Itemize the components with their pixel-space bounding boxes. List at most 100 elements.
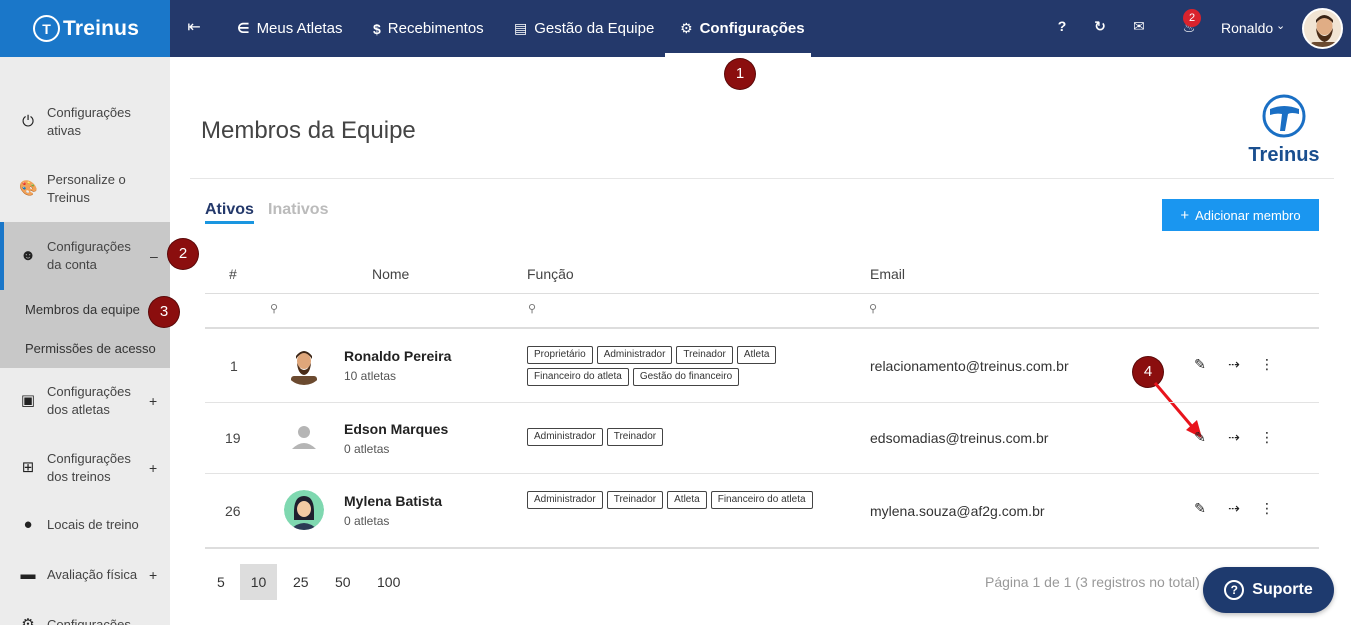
role-tag: Financeiro do atleta	[527, 368, 629, 386]
role-tags: Proprietário Administrador Treinador Atl…	[527, 346, 817, 386]
table-row[interactable]: 19 Edson Marques 0 atletas Administrador…	[205, 403, 1319, 474]
role-tag: Treinador	[606, 428, 664, 446]
pencil-icon[interactable]: ✎	[1192, 356, 1208, 373]
expand-toggle[interactable]: +	[149, 566, 157, 584]
brand-logo-box[interactable]: T Treinus	[0, 0, 170, 57]
pencil-icon[interactable]: ✎	[1192, 500, 1208, 517]
page-size-50[interactable]: 50	[335, 574, 351, 590]
tab-inativos[interactable]: Inativos	[268, 201, 328, 219]
user-avatar-icon	[284, 345, 324, 385]
member-email: edsomadias@treinus.com.br	[870, 430, 1049, 446]
brand-name: Treinus	[63, 16, 140, 40]
sidebar-item-configuracoes-treinos[interactable]: ⊞ Configurações dos treinos +	[0, 447, 170, 489]
annotation-marker-1: 1	[725, 59, 755, 89]
role-tag: Atleta	[667, 491, 707, 509]
avatar[interactable]	[284, 345, 324, 385]
palette-icon: 🎨	[19, 180, 38, 197]
more-vertical-icon[interactable]: ⋮	[1259, 356, 1275, 373]
sidebar-item-configuracoes[interactable]: ⚙ Configurações	[0, 614, 170, 625]
member-name[interactable]: Ronaldo Pereira	[344, 348, 451, 364]
avatar[interactable]	[284, 417, 324, 457]
user-placeholder-icon	[284, 417, 324, 457]
search-icon[interactable]: ⚲	[528, 302, 536, 315]
member-name[interactable]: Mylena Batista	[344, 493, 442, 509]
page-size-100[interactable]: 100	[377, 574, 400, 590]
sidebar-item-locais-treino[interactable]: ● Locais de treino	[0, 514, 170, 536]
table-gear-icon: ⊞	[21, 459, 35, 476]
treinus-brand-logo: Treinus	[1243, 93, 1325, 166]
menu-collapse-icon[interactable]: ⇤	[186, 19, 202, 37]
nav-configuracoes[interactable]: ⚙ Configurações	[665, 0, 811, 57]
nav-recebimentos[interactable]: $ Recebimentos	[373, 0, 484, 57]
avatar[interactable]	[1302, 8, 1343, 49]
chevron-down-icon[interactable]: ⌄	[1276, 19, 1285, 32]
gear-icon: ⚙	[21, 616, 35, 625]
avatar[interactable]	[284, 490, 324, 530]
expand-toggle[interactable]: +	[149, 459, 157, 477]
nav-meus-atletas[interactable]: ∈ Meus Atletas	[237, 0, 342, 57]
page-size-10[interactable]: 10	[240, 564, 277, 600]
transfer-icon[interactable]: ⇢	[1226, 356, 1242, 373]
sidebar-subitem-membros[interactable]: Membros da equipe	[0, 290, 170, 329]
pencil-icon[interactable]: ✎	[1192, 429, 1208, 446]
treinus-logo-icon: T	[33, 15, 60, 42]
member-email: mylena.souza@af2g.com.br	[870, 503, 1045, 519]
sidebar-item-label: Locais de treino	[47, 517, 139, 532]
support-label: Suporte	[1252, 581, 1313, 598]
brand-logo-text: Treinus	[1248, 144, 1319, 165]
treinus-logo-icon: Treinus	[1248, 94, 1320, 166]
expand-toggle[interactable]: +	[149, 392, 157, 410]
collapse-toggle[interactable]: –	[150, 247, 158, 265]
id-badge-icon: ▣	[20, 392, 36, 409]
sidebar-item-label: Configurações	[47, 617, 131, 625]
sidebar-item-configuracoes-atletas[interactable]: ▣ Configurações dos atletas +	[0, 380, 170, 422]
header-divider	[205, 293, 1319, 294]
column-header-name[interactable]: Nome	[372, 266, 409, 282]
sidebar-item-personalize[interactable]: 🎨 Personalize o Treinus	[0, 168, 170, 210]
annotation-marker-3: 3	[149, 297, 179, 327]
sidebar-subitem-permissoes[interactable]: Permissões de acesso	[0, 329, 170, 368]
add-member-button[interactable]: + Adicionar membro	[1162, 199, 1319, 231]
support-button[interactable]: ? Suporte	[1203, 567, 1334, 613]
add-member-label: Adicionar membro	[1195, 207, 1301, 223]
tab-ativos[interactable]: Ativos	[205, 201, 254, 224]
column-header-email[interactable]: Email	[870, 266, 905, 282]
athlete-count: 0 atletas	[344, 514, 390, 528]
role-tag: Gestão do financeiro	[632, 368, 740, 386]
table-row[interactable]: 1 Ronaldo Pereira 10 atletas Proprietári…	[205, 329, 1319, 403]
help-icon[interactable]: ?	[1054, 18, 1070, 34]
annotation-marker-2: 2	[168, 239, 198, 269]
more-vertical-icon[interactable]: ⋮	[1259, 429, 1275, 446]
sync-icon[interactable]: ↻	[1092, 18, 1108, 35]
sidebar-item-label: Personalize o Treinus	[47, 172, 126, 205]
sidebar-item-configuracoes-conta[interactable]: ☻ Configurações da conta –	[0, 222, 170, 290]
member-name[interactable]: Edson Marques	[344, 421, 448, 437]
user-menu[interactable]: Ronaldo	[1221, 20, 1273, 36]
sidebar-item-label: Configurações da conta	[47, 239, 131, 272]
row-number: 19	[225, 430, 241, 446]
column-header-role[interactable]: Função	[527, 266, 574, 282]
page-size-25[interactable]: 25	[293, 574, 309, 590]
sidebar-item-avaliacao-fisica[interactable]: ▬ Avaliação física +	[0, 564, 170, 586]
medal-icon: ∈	[237, 20, 250, 36]
user-circle-icon: ☻	[20, 247, 36, 264]
notification-badge: 2	[1183, 9, 1201, 27]
mail-icon[interactable]: ✉	[1131, 18, 1147, 35]
search-icon[interactable]: ⚲	[869, 302, 877, 315]
pagination-info: Página 1 de 1 (3 registros no total)	[985, 574, 1200, 590]
column-header-num[interactable]: #	[229, 266, 237, 282]
role-tags: Administrador Treinador Atleta Financeir…	[527, 491, 817, 509]
nav-gestao-equipe[interactable]: ▤ Gestão da Equipe	[514, 0, 654, 57]
user-avatar-icon	[284, 490, 324, 530]
sidebar-item-configuracoes-ativas[interactable]: ⏻ Configurações ativas	[0, 101, 170, 143]
row-number: 1	[230, 358, 238, 374]
row-number: 26	[225, 503, 241, 519]
more-vertical-icon[interactable]: ⋮	[1259, 500, 1275, 517]
table-row[interactable]: 26 Mylena Batista 0 atletas Administrado…	[205, 474, 1319, 547]
search-icon[interactable]: ⚲	[270, 302, 278, 315]
question-icon: ?	[1224, 580, 1245, 600]
transfer-icon[interactable]: ⇢	[1226, 429, 1242, 446]
athlete-count: 0 atletas	[344, 442, 390, 456]
page-size-5[interactable]: 5	[217, 574, 225, 590]
transfer-icon[interactable]: ⇢	[1226, 500, 1242, 517]
